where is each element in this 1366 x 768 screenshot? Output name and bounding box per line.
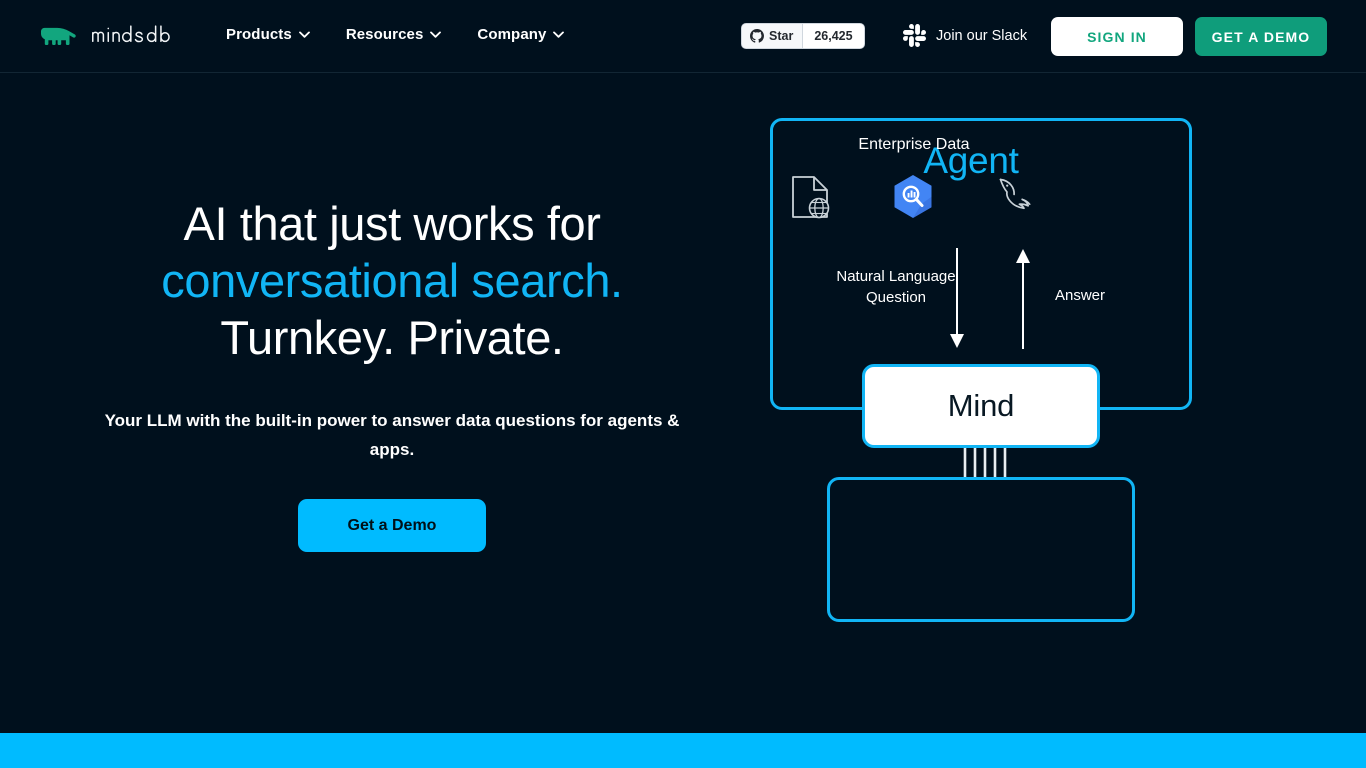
join-slack-link[interactable]: Join our Slack (903, 24, 1027, 47)
page-root: Products Resources Company Star 26,425 J… (0, 0, 1366, 768)
page-title: AI that just works for conversational se… (0, 195, 784, 366)
nav-item-company[interactable]: Company (477, 26, 565, 43)
github-star-widget[interactable]: Star 26,425 (741, 23, 865, 49)
chevron-down-icon (430, 31, 442, 38)
hero-section: AI that just works for conversational se… (0, 195, 784, 552)
enterprise-data-label: Enterprise Data (858, 136, 970, 153)
enterprise-data-box (827, 477, 1135, 622)
github-star-label: Star (769, 29, 794, 43)
mind-label: Mind (947, 388, 1015, 423)
nav-item-label: Company (477, 26, 547, 43)
chevron-down-icon (298, 31, 310, 38)
hero-title-line-3: Turnkey. Private. (220, 311, 564, 364)
nav-item-products[interactable]: Products (226, 26, 310, 43)
sign-in-button[interactable]: SIGN IN (1051, 17, 1183, 56)
architecture-diagram: Agent Natural Language Question Answer M… (760, 108, 1210, 648)
mind-box: Mind (862, 364, 1100, 448)
hero-title-line-2: conversational search. (161, 254, 623, 307)
mindsdb-logo[interactable] (40, 22, 199, 48)
slack-icon (903, 24, 926, 47)
github-star-button[interactable]: Star (742, 24, 803, 48)
mysql-dolphin-icon[interactable] (996, 175, 1038, 219)
mindsdb-wordmark (92, 25, 170, 43)
main-nav: Products Resources Company (226, 26, 565, 43)
bottom-accent-bar (0, 733, 1366, 768)
nav-item-resources[interactable]: Resources (346, 26, 442, 43)
nav-item-label: Resources (345, 26, 424, 43)
get-a-demo-button-hero[interactable]: Get a Demo (298, 499, 486, 552)
mindsdb-elephant-logo-icon (41, 27, 76, 45)
chevron-down-icon (553, 31, 565, 38)
data-source-icons (760, 174, 1068, 220)
pin-connector-icon (963, 448, 1007, 478)
join-slack-label: Join our Slack (936, 27, 1028, 44)
flow-arrows (950, 248, 1030, 349)
github-star-count[interactable]: 26,425 (803, 24, 864, 48)
get-a-demo-button-header[interactable]: GET A DEMO (1195, 17, 1327, 56)
github-icon (750, 29, 764, 43)
bigquery-icon[interactable] (892, 174, 934, 220)
nav-item-label: Products (226, 26, 292, 43)
site-header: Products Resources Company Star 26,425 J… (0, 0, 1366, 73)
web-document-icon[interactable] (790, 175, 830, 219)
arrow-up-icon (1016, 249, 1030, 349)
hero-subtitle: Your LLM with the built-in power to answ… (104, 411, 680, 459)
hero-title-line-1: AI that just works for (183, 197, 601, 250)
arrow-down-icon (950, 248, 964, 348)
